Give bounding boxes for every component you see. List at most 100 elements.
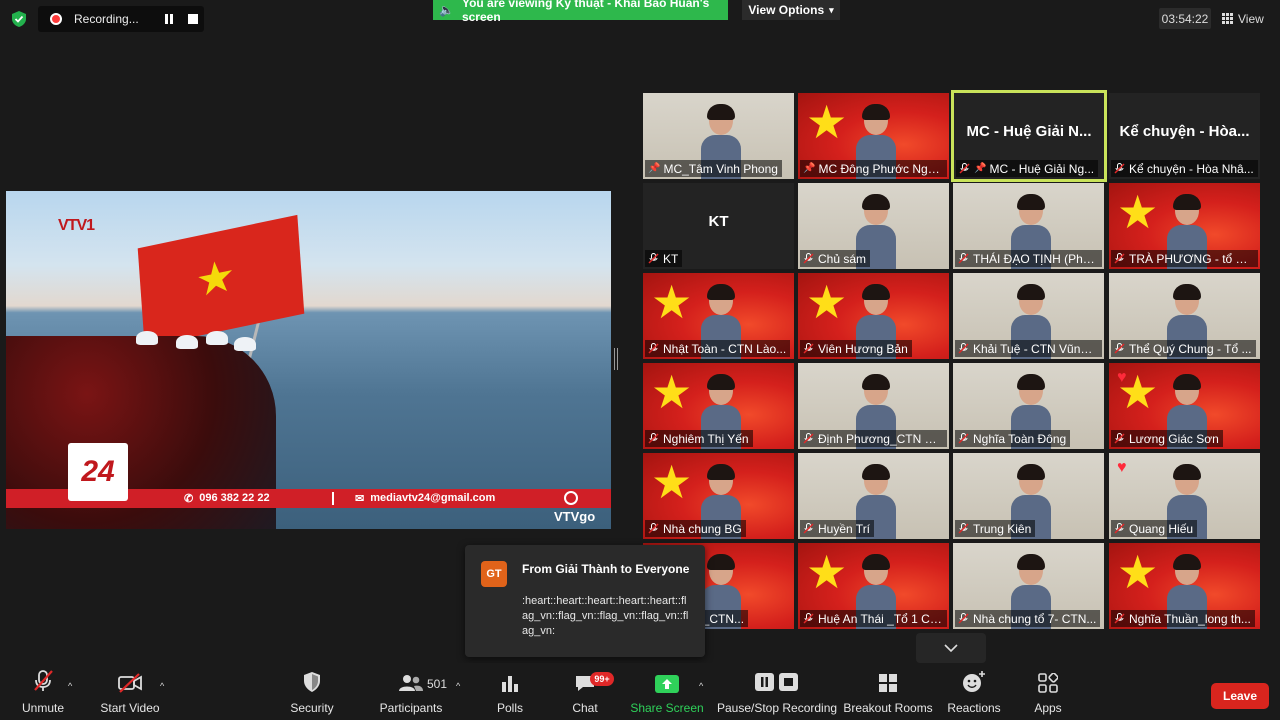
participant-tile[interactable]: MC - Huệ Giải N... 📌 MC - Huệ Giải Ng... bbox=[951, 90, 1107, 182]
participant-tile[interactable]: ★ Nhật Toàn - CTN Lào... bbox=[643, 273, 794, 359]
shared-screen[interactable]: ★ VTV1 24 ✆ 096 382 22 22 ✉ mediavtv24@g… bbox=[6, 191, 611, 529]
split-view-handle[interactable] bbox=[614, 348, 618, 370]
participants-label: Participants bbox=[379, 701, 443, 715]
vietnam-flag-image: ★ bbox=[137, 214, 305, 348]
chat-message: :heart::heart::heart::heart::heart::flag… bbox=[522, 595, 689, 637]
encryption-shield-icon[interactable] bbox=[10, 10, 28, 28]
participant-center-name: KT bbox=[708, 213, 729, 230]
participant-tile[interactable]: ★ ♥ Lương Giác Sơn bbox=[1109, 363, 1260, 449]
muted-mic-icon bbox=[803, 253, 814, 264]
chevron-down-icon: ▾ bbox=[829, 4, 834, 15]
participant-tile[interactable]: 📌 MC_Tâm Vinh Phong bbox=[643, 93, 794, 179]
participant-tile[interactable]: ★ Viên Hương Bản bbox=[798, 273, 949, 359]
recording-dot-icon bbox=[50, 13, 62, 25]
participants-options-caret-icon[interactable]: ^ bbox=[456, 681, 460, 691]
reactions-button[interactable]: Reactions bbox=[947, 663, 1001, 720]
apps-icon bbox=[1038, 673, 1058, 693]
flag-star-icon: ★ bbox=[651, 456, 693, 508]
participant-tile[interactable]: Kể chuyện - Hòa... Kể chuyện - Hòa Nhâ... bbox=[1109, 93, 1260, 179]
muted-mic-icon bbox=[648, 523, 659, 534]
participant-tile[interactable]: Nghĩa Toàn Đông bbox=[953, 363, 1104, 449]
ticker-phone: ✆ 096 382 22 22 bbox=[184, 492, 270, 505]
participant-name-label: Nhà chung BG bbox=[645, 520, 746, 537]
participant-tile[interactable]: ★ Nghĩa Thuần_long th... bbox=[1109, 543, 1260, 629]
participant-name: Nhật Toàn - CTN Lào... bbox=[663, 341, 787, 356]
meeting-timer: 03:54:22 bbox=[1159, 8, 1211, 29]
muted-mic-icon bbox=[958, 253, 969, 264]
participant-name: Khải Tuệ - CTN Vũng ... bbox=[973, 341, 1098, 356]
participant-name: Trung Kiên bbox=[973, 521, 1032, 536]
participant-tile[interactable]: Định Phương_CTN H... bbox=[798, 363, 949, 449]
chat-label: Chat bbox=[572, 701, 598, 715]
participant-name-label: Huệ An Thái _Tổ 1 CT... bbox=[800, 610, 947, 627]
vtv1-logo: VTV1 bbox=[58, 217, 95, 234]
muted-mic-icon bbox=[803, 523, 814, 534]
participant-tile[interactable]: ★ Huệ An Thái _Tổ 1 CT... bbox=[798, 543, 949, 629]
start-video-button[interactable]: Start Video bbox=[98, 663, 162, 720]
participant-name: Huyền Trí bbox=[818, 521, 871, 536]
participant-name-label: Nghiêm Thị Yến bbox=[645, 430, 753, 447]
participants-button[interactable]: Participants bbox=[380, 663, 442, 720]
chat-unread-badge: 99+ bbox=[590, 672, 614, 686]
participant-tile[interactable]: ★ TRÀ PHƯƠNG - tổ 1 ... bbox=[1109, 183, 1260, 269]
recording-indicator: Recording... bbox=[38, 6, 204, 32]
muted-mic-icon bbox=[648, 343, 659, 354]
unmute-button[interactable]: Unmute bbox=[20, 663, 66, 720]
sailor-cap bbox=[234, 337, 256, 351]
participant-name: Nhà chung tổ 7- CTN... bbox=[973, 611, 1097, 626]
participant-tile[interactable]: Huyền Trí bbox=[798, 453, 949, 539]
audio-options-caret-icon[interactable]: ^ bbox=[68, 681, 72, 691]
participant-tile[interactable]: Khải Tuệ - CTN Vũng ... bbox=[953, 273, 1104, 359]
participants-icon bbox=[399, 675, 423, 691]
participant-tile[interactable]: ★ Nhà chung BG bbox=[643, 453, 794, 539]
participant-tile[interactable]: THÁI ĐẠO TỊNH (Phật... bbox=[953, 183, 1104, 269]
video-off-icon bbox=[118, 673, 142, 693]
participant-tile[interactable]: Chủ sám bbox=[798, 183, 949, 269]
muted-mic-icon bbox=[803, 343, 814, 354]
view-options-button[interactable]: View Options ▾ bbox=[742, 0, 840, 20]
participant-name-label: Trung Kiên bbox=[955, 520, 1036, 537]
video-options-caret-icon[interactable]: ^ bbox=[160, 681, 164, 691]
chevron-down-icon bbox=[944, 644, 958, 652]
breakout-rooms-button[interactable]: Breakout Rooms bbox=[843, 663, 933, 720]
pause-recording-icon[interactable] bbox=[163, 14, 175, 24]
participant-tile[interactable]: Nhà chung tổ 7- CTN... bbox=[953, 543, 1104, 629]
participant-tile[interactable]: Thể Quý Chung - Tổ ... bbox=[1109, 273, 1260, 359]
security-button[interactable]: Security bbox=[290, 663, 334, 720]
muted-mic-icon bbox=[648, 433, 659, 444]
leave-button[interactable]: Leave bbox=[1211, 683, 1269, 709]
ticker-email: ✉ mediavtv24@gmail.com bbox=[355, 492, 495, 505]
participant-name: Viên Hương Bản bbox=[818, 341, 908, 356]
participant-name: MC Đông Phước Nghĩa bbox=[818, 161, 943, 176]
view-layout-button[interactable]: View bbox=[1222, 8, 1274, 29]
sailor-cap bbox=[136, 331, 158, 345]
pin-icon: 📌 bbox=[974, 163, 987, 174]
participant-name: Nghĩa Toàn Đông bbox=[973, 431, 1067, 446]
apps-button[interactable]: Apps bbox=[1032, 663, 1064, 720]
polls-button[interactable]: Polls bbox=[494, 663, 526, 720]
pause-stop-recording-label: Pause/Stop Recording bbox=[716, 701, 838, 715]
participant-tile[interactable]: ★ 📌 MC Đông Phước Nghĩa bbox=[798, 93, 949, 179]
flag-star-icon: ★ bbox=[806, 276, 848, 328]
flag-star-icon: ★ bbox=[806, 546, 848, 598]
pause-stop-recording-button[interactable]: Pause/Stop Recording bbox=[717, 663, 837, 720]
security-label: Security bbox=[290, 701, 334, 715]
participant-tile[interactable]: Trung Kiên bbox=[953, 453, 1104, 539]
polls-icon bbox=[502, 676, 518, 692]
participant-tile[interactable]: ♥ Quang Hiếu bbox=[1109, 453, 1260, 539]
start-video-label: Start Video bbox=[100, 701, 160, 715]
participant-name: Thể Quý Chung - Tổ ... bbox=[1129, 341, 1252, 356]
participant-name-label: KT bbox=[645, 250, 683, 267]
participant-name: Định Phương_CTN H... bbox=[818, 431, 943, 446]
muted-mic-icon bbox=[803, 433, 814, 444]
participant-tile[interactable]: ★ Nghiêm Thị Yến bbox=[643, 363, 794, 449]
share-options-caret-icon[interactable]: ^ bbox=[699, 681, 703, 691]
chat-notification[interactable]: GT From Giải Thành to Everyone :heart::h… bbox=[465, 545, 705, 657]
breakout-rooms-icon bbox=[879, 674, 897, 692]
stop-recording-icon[interactable] bbox=[187, 14, 199, 24]
participant-tile[interactable]: KT KT bbox=[643, 183, 794, 269]
gallery-next-page-button[interactable] bbox=[916, 633, 986, 663]
share-screen-button[interactable]: Share Screen bbox=[630, 663, 704, 720]
pin-icon: 📌 bbox=[803, 163, 816, 174]
breakout-rooms-label: Breakout Rooms bbox=[843, 701, 933, 715]
